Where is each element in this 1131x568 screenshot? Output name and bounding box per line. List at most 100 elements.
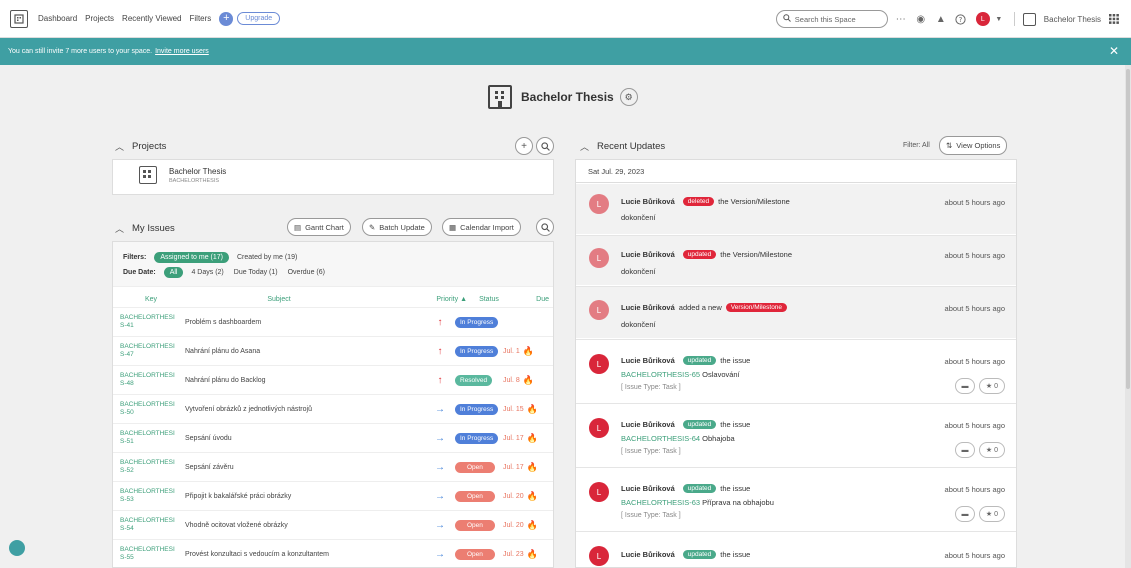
bell-icon[interactable]: ▲ [934,12,948,26]
more-dots-icon[interactable]: ⋯ [894,12,908,26]
issue-subject[interactable]: Vhodně ocitovat vložené obrázky [185,522,425,529]
issue-title[interactable]: Obhajoba [702,434,735,443]
search-projects-button[interactable] [536,137,554,155]
invite-users-link[interactable]: Invite more users [155,48,209,55]
table-row[interactable]: BACHELORTHESI S-47 Nahrání plánu do Asana ↑… [113,336,553,365]
close-icon[interactable]: ✕ [1109,44,1119,58]
comment-icon[interactable]: ▬ [955,506,975,522]
star-button[interactable]: ★ 0 [979,442,1005,458]
search-issues-button[interactable] [536,218,554,236]
avatar[interactable]: L [589,546,609,566]
issue-subject[interactable]: Připojit k bakalářské práci obrázky [185,493,425,500]
issue-subject[interactable]: Sepsání závěru [185,464,425,471]
table-row[interactable]: BACHELORTHESI S-52 Sepsání závěru → Open Jul.… [113,452,553,481]
star-button[interactable]: ★ 0 [979,378,1005,394]
issue-key-link[interactable]: BACHELORTHESIS-65 [621,370,700,379]
add-project-button[interactable]: + [515,137,533,155]
avatar[interactable]: L [589,418,609,438]
avatar[interactable]: L [589,300,609,320]
issue-subject[interactable]: Sepsání úvodu [185,435,425,442]
gear-icon[interactable]: ⚙ [619,88,638,106]
due-filter-4-days[interactable]: 4 Days (2) [191,269,223,276]
space-logo-icon[interactable] [10,9,28,28]
table-row[interactable]: BACHELORTHESI S-48 Nahrání plánu do Backlo… [113,365,553,394]
apps-grid-icon[interactable] [1107,12,1121,26]
filters-row: Filters: Assigned to me (17) Created by … [123,250,543,265]
gantt-chart-button[interactable]: ▤ Gantt Chart [287,218,351,236]
col-subject[interactable]: Subject [185,296,425,303]
due-filter-all[interactable]: All [163,267,184,278]
projects-heading[interactable]: ︿ Projects [115,140,166,153]
table-row[interactable]: BACHELORTHESI S-55 Provést konzultaci s ve… [113,539,553,567]
issue-key-link[interactable]: BACHELORTHESI S-51 [113,430,185,446]
due-filter-overdue[interactable]: Overdue (6) [288,269,325,276]
search-input[interactable]: Search this Space [775,10,888,28]
avatar[interactable]: L [589,194,609,214]
table-row[interactable]: BACHELORTHESI S-50 Vytvoření obrázků z jed… [113,394,553,423]
issue-key-link[interactable]: BACHELORTHESI S-48 [113,372,185,388]
update-user[interactable]: Lucie Bůriková [621,484,675,493]
issue-key-link[interactable]: BACHELORTHESIS-64 [621,434,700,443]
space-name[interactable]: Bachelor Thesis [1044,15,1101,24]
issue-key-link[interactable]: BACHELORTHESI S-54 [113,517,185,533]
issue-key-link[interactable]: BACHELORTHESI S-52 [113,459,185,475]
issue-subject[interactable]: Provést konzultaci s vedoucím a konzulta… [185,551,425,558]
table-row[interactable]: BACHELORTHESI S-54 Vhodně ocitovat vložené… [113,510,553,539]
comment-icon[interactable]: ▬ [955,442,975,458]
table-row[interactable]: BACHELORTHESI S-41 Problém s dashboardem ↑ I… [113,307,553,336]
update-user[interactable]: Lucie Bůriková [621,303,675,312]
avatar[interactable]: L [589,482,609,502]
col-status[interactable]: Status [467,296,511,303]
my-issues-heading[interactable]: ︿ My Issues [115,222,175,235]
add-plus-icon[interactable]: + [219,11,234,26]
issue-title[interactable]: Oslavování [702,370,740,379]
col-priority[interactable]: Priority ▲ [425,296,467,303]
due-filter-today[interactable]: Due Today (1) [234,269,278,276]
project-name[interactable]: Bachelor Thesis [169,167,226,176]
comment-icon[interactable]: ▬ [955,378,975,394]
issue-subject[interactable]: Problém s dashboardem [185,319,425,326]
table-row[interactable]: BACHELORTHESI S-53 Připojit k bakalářské p… [113,481,553,510]
issue-key-link[interactable]: BACHELORTHESI S-41 [113,314,185,330]
nav-recently-viewed[interactable]: Recently Viewed [122,14,181,23]
issue-key-link[interactable]: BACHELORTHESI S-50 [113,401,185,417]
update-user[interactable]: Lucie Bůriková [621,356,675,365]
chevron-down-icon[interactable]: ▼ [992,12,1006,26]
nav-projects[interactable]: Projects [85,14,114,23]
batch-update-button[interactable]: ✎ Batch Update [362,218,432,236]
issue-subject[interactable]: Nahrání plánu do Backlog [185,377,425,384]
scrollbar-thumb[interactable] [1126,69,1130,389]
issue-key-link[interactable]: BACHELORTHESIS-63 [621,498,700,507]
update-user[interactable]: Lucie Bůriková [621,197,675,206]
update-user[interactable]: Lucie Bůriková [621,420,675,429]
filter-all-label[interactable]: Filter: All [903,142,930,149]
filter-created-by-me[interactable]: Created by me (19) [237,254,297,261]
chat-icon[interactable] [9,540,25,556]
col-key[interactable]: Key [113,296,185,303]
issue-key-link[interactable]: BACHELORTHESI S-47 [113,343,185,359]
user-avatar[interactable]: L [975,12,990,26]
update-user[interactable]: Lucie Bůriková [621,250,675,259]
update-user[interactable]: Lucie Bůriková [621,550,675,559]
view-options-button[interactable]: ⇅ View Options [939,136,1008,155]
recent-updates-heading[interactable]: ︿ Recent Updates [580,140,665,153]
calendar-import-button[interactable]: ▦ Calendar Import [442,218,521,236]
filter-assigned-to-me[interactable]: Assigned to me (17) [154,252,229,263]
avatar[interactable]: L [589,354,609,374]
table-row[interactable]: BACHELORTHESI S-51 Sepsání úvodu → In Progre… [113,423,553,452]
upgrade-button[interactable]: Upgrade [237,12,281,25]
issue-subject[interactable]: Nahrání plánu do Asana [185,348,425,355]
issue-key-link[interactable]: BACHELORTHESI S-55 [113,546,185,562]
star-button[interactable]: ★ 0 [979,506,1005,522]
issue-key-link[interactable]: BACHELORTHESI S-53 [113,488,185,504]
avatar[interactable]: L [589,248,609,268]
nav-filters[interactable]: Filters [190,14,212,23]
project-item[interactable]: Bachelor Thesis BACHELORTHESIS [113,160,553,184]
help-icon[interactable]: ? [954,12,968,26]
page-scrollbar[interactable] [1125,65,1131,568]
issue-title[interactable]: Příprava na obhajobu [702,498,774,507]
watch-icon[interactable]: ◉ [914,12,928,26]
nav-dashboard[interactable]: Dashboard [38,14,77,23]
issue-subject[interactable]: Vytvoření obrázků z jednotlivých nástroj… [185,406,425,413]
col-due[interactable]: Due [511,296,549,303]
